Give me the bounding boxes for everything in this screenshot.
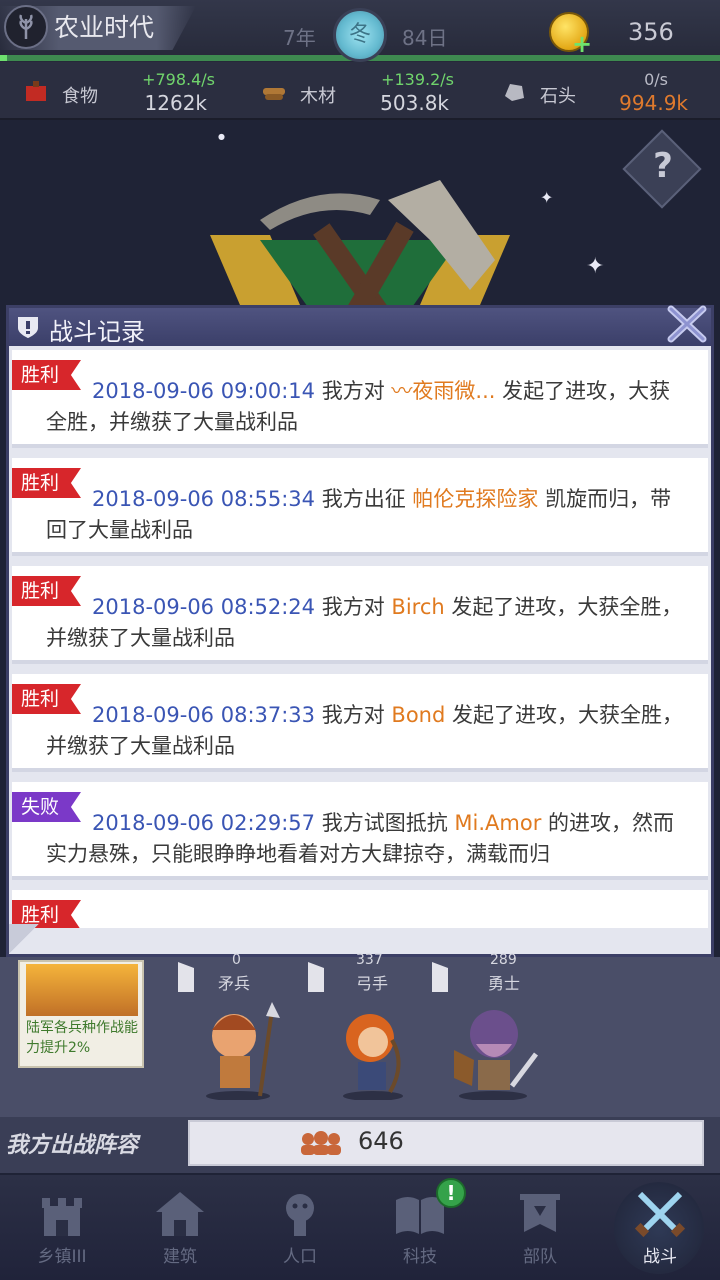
close-button[interactable] [661, 302, 713, 346]
log-pre: 我方对 [315, 595, 392, 619]
log-pre: 我方试图抵抗 [315, 811, 455, 835]
log-text: 2018-09-06 08:55:34 我方出征 帕伦克探险家 凯旋而归，带回了… [46, 484, 686, 546]
unit-count: 337 [356, 952, 383, 968]
day-label: 84日 [402, 26, 448, 50]
coin-count: 356 [628, 18, 674, 46]
wood-icon [263, 88, 285, 100]
battle-log-entry[interactable]: 胜利 2018-09-06 08:55:34 我方出征 帕伦克探险家 凯旋而归，… [12, 458, 708, 556]
army-count-field[interactable] [188, 1120, 704, 1166]
opponent-name[interactable]: 帕伦克探险家 [412, 487, 538, 511]
nav-label: 人口 [283, 1247, 317, 1267]
close-icon [667, 305, 707, 343]
wood-rate: +139.2/s [381, 70, 454, 89]
era-wheat-icon[interactable] [4, 5, 48, 49]
battle-swords-icon [634, 1191, 686, 1238]
unit-label: 勇士 [488, 974, 521, 993]
building-icon [156, 1192, 204, 1236]
alert-icon: ! [436, 1178, 466, 1208]
food-icon [26, 81, 46, 101]
army-banner-icon [520, 1194, 560, 1232]
pickaxe-emblem-icon [210, 180, 510, 319]
battle-log-entry[interactable]: 胜利 2018-09-06 08:37:33 我方对 Bond 发起了进攻，大获… [12, 674, 708, 772]
nav-label: 部队 [523, 1247, 557, 1267]
log-time: 2018-09-06 09:00:14 [92, 379, 316, 403]
nav-label: 乡镇III [37, 1247, 87, 1267]
battle-log-entry[interactable]: 胜利 2018-09-06 09:00:14 我方对 〰夜雨微... 发起了进攻… [12, 350, 708, 448]
population-icon [286, 1194, 314, 1236]
season-indicator[interactable]: 冬 [333, 8, 387, 62]
army-lineup-title: 我方出战阵容 [6, 1133, 139, 1158]
nav-population[interactable]: 人口 [250, 1180, 350, 1280]
log-text: 2018-09-06 08:37:33 我方对 Bond 发起了进攻，大获全胜，… [46, 700, 686, 762]
log-text: 2018-09-06 08:52:24 我方对 Birch 发起了进攻，大获全胜… [46, 592, 686, 654]
log-time: 2018-09-06 08:52:24 [92, 595, 316, 619]
unit-label: 矛兵 [218, 974, 251, 993]
log-time: 2018-09-06 02:29:57 [92, 811, 316, 835]
opponent-name[interactable]: Bond [391, 703, 445, 727]
town-icon [42, 1198, 82, 1236]
troops-icon [301, 1131, 341, 1155]
archer-sprite[interactable] [328, 1000, 418, 1100]
opponent-name[interactable]: Birch [391, 595, 444, 619]
log-text: 2018-09-06 02:29:57 我方试图抵抗 Mi.Amor 的进攻，然… [46, 808, 686, 870]
food-amount: 1262k [144, 91, 207, 115]
shield-icon [18, 317, 38, 338]
stone-rate: 0/s [644, 70, 668, 89]
wood-label: 木材 [300, 86, 336, 107]
page-curl [9, 924, 39, 954]
unit-count: 0 [232, 952, 241, 968]
hero-bonus-text: 陆军各兵种作战能力提升2% [26, 1020, 138, 1056]
top-bar: 农业时代 7年 冬 84日 + 356 [0, 0, 720, 62]
modal-title: 战斗记录 [49, 318, 145, 346]
unit-count: 289 [490, 952, 517, 968]
battle-log-entry[interactable]: 失败 2018-09-06 02:29:57 我方试图抵抗 Mi.Amor 的进… [12, 782, 708, 880]
battle-log-entry[interactable]: 胜利 2018-09-06 08:52:24 我方对 Birch 发起了进攻，大… [12, 566, 708, 664]
add-coins-icon[interactable]: + [572, 30, 592, 58]
wood-amount: 503.8k [380, 91, 449, 115]
warrior-sprite[interactable] [448, 1000, 538, 1100]
army-count: 646 [358, 1127, 404, 1155]
food-rate: +798.4/s [142, 70, 215, 89]
hero-portrait [26, 964, 138, 1016]
star-icon: ✦ [586, 254, 605, 279]
star-icon: ✦ [540, 188, 554, 207]
stone-amount: 994.9k [619, 91, 688, 115]
food-label: 食物 [62, 86, 98, 107]
nav-label: 建筑 [163, 1247, 197, 1267]
nav-army[interactable]: 部队 [490, 1180, 590, 1280]
star-icon: ● [218, 132, 225, 141]
unit-label: 弓手 [356, 974, 389, 993]
stone-icon [505, 84, 524, 101]
log-text: 2018-09-06 09:00:14 我方对 〰夜雨微... 发起了进攻，大获… [46, 376, 686, 438]
opponent-name[interactable]: 〰夜雨微... [391, 379, 495, 403]
nav-battle[interactable]: 战斗 [610, 1180, 710, 1280]
modal-header: 战斗记录 [9, 305, 711, 346]
spearman-sprite[interactable] [196, 1000, 286, 1100]
year-label: 7年 [283, 26, 316, 50]
opponent-name[interactable]: Mi.Amor [454, 811, 541, 835]
log-time: 2018-09-06 08:37:33 [92, 703, 316, 727]
log-pre: 我方出征 [315, 487, 413, 511]
log-pre: 我方对 [315, 379, 392, 403]
hero-card[interactable]: 陆军各兵种作战能力提升2% [18, 960, 144, 1068]
nav-town[interactable]: 乡镇III [12, 1180, 112, 1280]
nav-label: 战斗 [643, 1247, 677, 1267]
nav-label: 科技 [403, 1247, 437, 1267]
battle-log-entry[interactable]: 胜利 [12, 890, 708, 928]
nav-building[interactable]: 建筑 [130, 1180, 230, 1280]
battle-log-list[interactable]: 胜利 2018-09-06 09:00:14 我方对 〰夜雨微... 发起了进攻… [12, 350, 708, 928]
log-time: 2018-09-06 08:55:34 [92, 487, 316, 511]
question-icon: ? [653, 146, 673, 186]
battle-log-modal: 战斗记录 胜利 2018-09-06 09:00:14 我方对 〰夜雨微... … [6, 305, 714, 957]
log-pre: 我方对 [315, 703, 392, 727]
resource-bar: 食物 +798.4/s 1262k 木材 +139.2/s 503.8k 石头 … [0, 62, 720, 120]
